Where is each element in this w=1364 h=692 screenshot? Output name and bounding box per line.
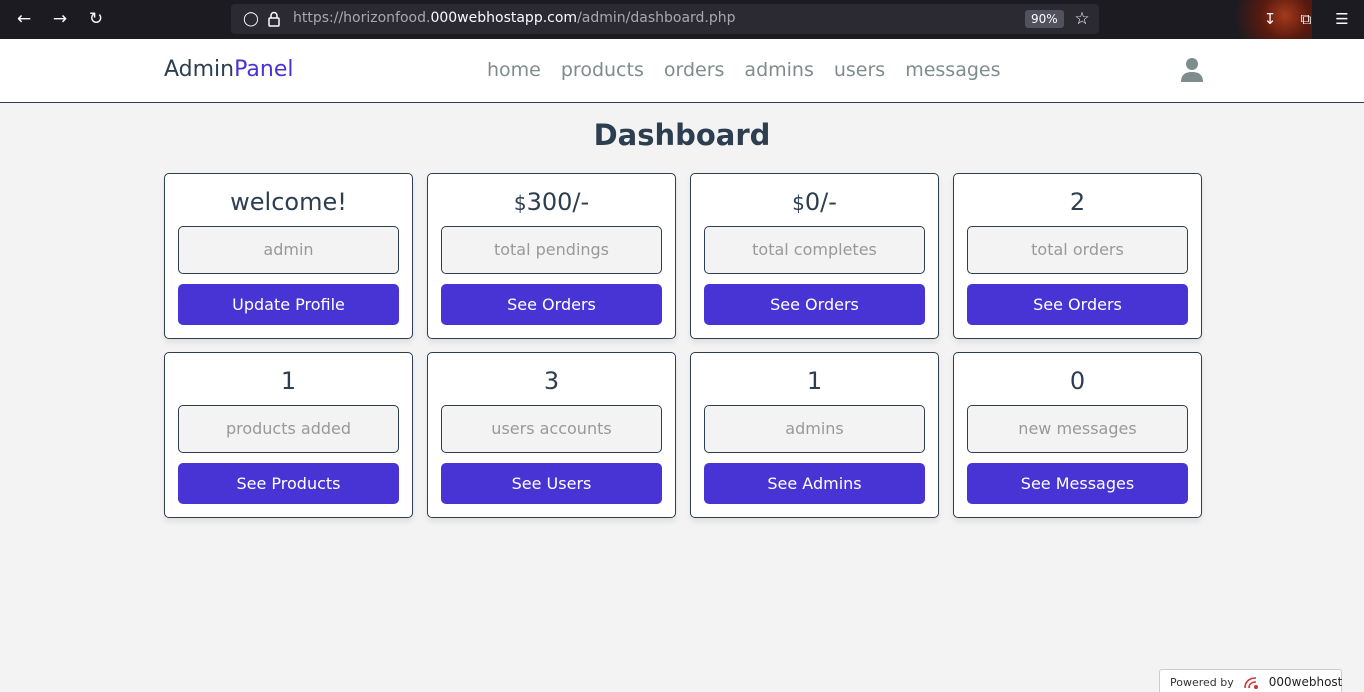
logo[interactable]: AdminPanel	[164, 57, 293, 82]
see-orders-button[interactable]: See Orders	[704, 284, 925, 325]
card-value: 3	[543, 367, 560, 395]
zoom-level-badge[interactable]: 90%	[1025, 10, 1064, 28]
menu-icon[interactable]: ☰	[1331, 8, 1353, 30]
update-profile-button[interactable]: Update Profile	[178, 284, 399, 325]
address-bar[interactable]: ◯ https://horizonfood.000webhostapp.com/…	[231, 4, 1099, 34]
see-orders-button[interactable]: See Orders	[967, 284, 1188, 325]
card-users-accounts: 3 users accounts See Users	[427, 352, 676, 518]
card-admins: 1 admins See Admins	[690, 352, 939, 518]
card-value: 1	[806, 367, 823, 395]
card-welcome: welcome! admin Update Profile	[164, 173, 413, 339]
back-icon[interactable]: ←	[13, 8, 35, 30]
lock-icon[interactable]	[264, 9, 284, 29]
download-icon[interactable]: ↧	[1259, 8, 1281, 30]
nav-orders[interactable]: orders	[664, 59, 725, 81]
logo-accent: Panel	[234, 57, 294, 82]
reload-icon[interactable]: ↻	[85, 8, 107, 30]
card-total-completes: $0/- total completes See Orders	[690, 173, 939, 339]
browser-toolbar: ← → ↻ ◯ https://horizonfood.000webhostap…	[0, 0, 1364, 39]
card-products-added: 1 products added See Products	[164, 352, 413, 518]
card-label: total pendings	[441, 226, 662, 274]
logo-main: Admin	[164, 57, 235, 82]
card-label: total completes	[704, 226, 925, 274]
see-products-button[interactable]: See Products	[178, 463, 399, 504]
nav-products[interactable]: products	[561, 59, 644, 81]
card-value: $300/-	[441, 187, 662, 217]
card-label: users accounts	[441, 405, 662, 453]
see-admins-button[interactable]: See Admins	[704, 463, 925, 504]
forward-icon[interactable]: →	[49, 8, 71, 30]
currency-symbol: $	[792, 191, 805, 215]
nav-messages[interactable]: messages	[905, 59, 1000, 81]
see-users-button[interactable]: See Users	[441, 463, 662, 504]
nav-home[interactable]: home	[487, 59, 541, 81]
page-title: Dashboard	[593, 118, 771, 152]
site-header: AdminPanel home products orders admins u…	[0, 39, 1364, 103]
nav-users[interactable]: users	[834, 59, 885, 81]
nav-admins[interactable]: admins	[744, 59, 813, 81]
extensions-icon[interactable]: ⧉	[1295, 8, 1317, 30]
tracking-shield-icon[interactable]: ◯	[241, 9, 261, 29]
card-label: products added	[178, 405, 399, 453]
card-value: 1	[280, 367, 297, 395]
main-nav: home products orders admins users messag…	[487, 59, 1021, 81]
amount: 0/-	[804, 188, 837, 216]
dashboard-grid: welcome! admin Update Profile $300/- tot…	[164, 173, 1202, 518]
card-value: 2	[1069, 188, 1086, 216]
powered-by-text: Powered by	[1170, 676, 1234, 689]
see-messages-button[interactable]: See Messages	[967, 463, 1188, 504]
powered-by-brand: 000webhost	[1268, 675, 1343, 689]
card-total-pendings: $300/- total pendings See Orders	[427, 173, 676, 339]
webhost-logo-icon	[1244, 677, 1259, 689]
user-icon[interactable]	[1180, 57, 1204, 83]
see-orders-button[interactable]: See Orders	[441, 284, 662, 325]
card-label: admin	[178, 226, 399, 274]
url-text[interactable]: https://horizonfood.000webhostapp.com/ad…	[293, 10, 736, 26]
card-label: total orders	[967, 226, 1188, 274]
bookmark-star-icon[interactable]: ☆	[1071, 8, 1093, 30]
powered-by-badge[interactable]: Powered by 000webhost	[1159, 669, 1342, 692]
card-label: new messages	[967, 405, 1188, 453]
amount: 300/-	[526, 188, 590, 216]
card-label: admins	[704, 405, 925, 453]
card-total-orders: 2 total orders See Orders	[953, 173, 1202, 339]
card-new-messages: 0 new messages See Messages	[953, 352, 1202, 518]
currency-symbol: $	[513, 191, 527, 215]
card-value: 0	[1069, 367, 1086, 395]
card-value: $0/-	[704, 187, 925, 217]
card-value: welcome!	[230, 188, 347, 216]
